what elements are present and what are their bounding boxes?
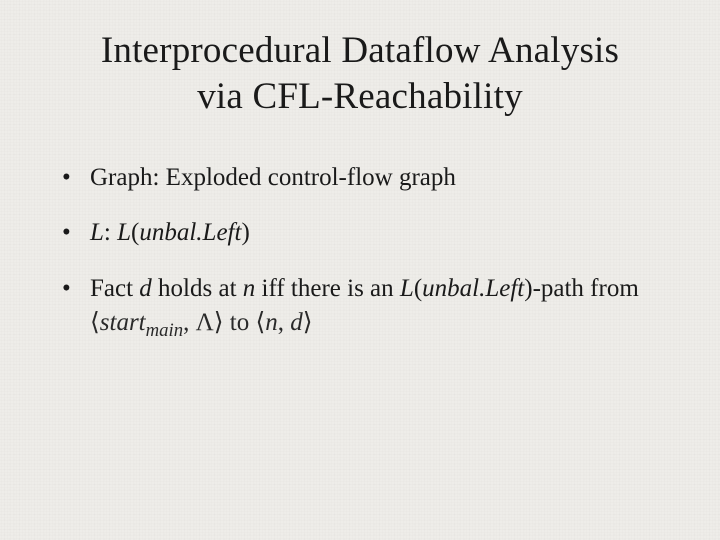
title-line-1: Interprocedural Dataflow Analysis [101, 30, 619, 71]
math-rangle-2: ⟩ [303, 309, 313, 336]
bullet-3-n: n [243, 275, 256, 302]
math-comma-2: , [278, 309, 291, 336]
math-lambda: Λ [196, 309, 214, 336]
bullet-3-d2: -path from [533, 275, 639, 302]
math-expression: ⟨startmain, Λ⟩ to ⟨n, d⟩ [90, 309, 313, 336]
bullet-list: Graph: Exploded control-flow graph L: L(… [50, 161, 670, 344]
bullet-3-paren-open: ( [414, 275, 422, 302]
math-to: to [224, 309, 256, 336]
bullet-3-a: Fact [90, 275, 139, 302]
math-langle-1: ⟨ [90, 309, 100, 336]
bullet-3-c: iff there is an [255, 275, 400, 302]
bullet-2-colon: : [104, 219, 117, 246]
bullet-1-text: Graph: Exploded control-flow graph [90, 164, 456, 191]
math-d: d [290, 309, 303, 336]
bullet-2-arg: unbal.Left [139, 219, 241, 246]
bullet-2-L: L [90, 219, 104, 246]
bullet-3-arg: unbal.Left [422, 275, 524, 302]
title-line-2: via CFL-Reachability [197, 76, 523, 117]
bullet-item-3: Fact d holds at n iff there is an L(unba… [62, 272, 670, 343]
math-sub-main: main [146, 320, 184, 341]
math-n: n [265, 309, 278, 336]
bullet-3-d: d [139, 275, 152, 302]
slide-title: Interprocedural Dataflow Analysis via CF… [50, 28, 670, 121]
bullet-item-1: Graph: Exploded control-flow graph [62, 161, 670, 195]
bullet-item-2: L: L(unbal.Left) [62, 216, 670, 250]
bullet-2-func: L [117, 219, 131, 246]
math-start: start [100, 309, 146, 336]
math-langle-2: ⟨ [255, 309, 265, 336]
bullet-3-b: holds at [152, 275, 243, 302]
bullet-3-func: L [400, 275, 414, 302]
bullet-2-paren-close: ) [241, 219, 249, 246]
math-rangle-1: ⟩ [214, 309, 224, 336]
math-comma-1: , [183, 309, 196, 336]
bullet-3-paren-close: ) [524, 275, 532, 302]
